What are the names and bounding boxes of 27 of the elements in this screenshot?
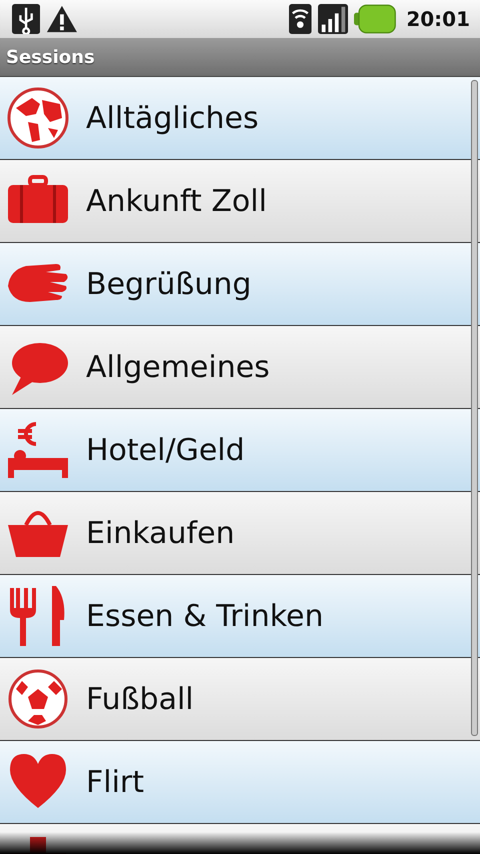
usb-icon xyxy=(12,4,40,34)
session-label: Begrüßung xyxy=(86,266,252,302)
session-label: Fußball xyxy=(86,682,194,716)
session-label: Hotel/Geld xyxy=(86,432,245,468)
session-label: Einkaufen xyxy=(86,516,235,550)
warning-icon xyxy=(46,4,78,34)
session-item[interactable]: Flirt xyxy=(0,741,480,824)
session-item[interactable]: Hotel/Geld xyxy=(0,409,480,492)
session-label: Ankunft Zoll xyxy=(86,184,267,218)
session-label: Alltägliches xyxy=(86,100,259,136)
soccer-ball-icon xyxy=(6,667,70,731)
battery-icon xyxy=(354,4,396,34)
session-item[interactable]: Alltägliches xyxy=(0,77,480,160)
clock: 20:01 xyxy=(406,7,470,31)
session-item[interactable]: Essen & Trinken xyxy=(0,575,480,658)
globe-icon xyxy=(6,86,70,150)
session-label: Essen & Trinken xyxy=(86,598,324,634)
session-item[interactable]: Begrüßung xyxy=(0,243,480,326)
session-item[interactable]: Allgemeines xyxy=(0,326,480,409)
signal-icon xyxy=(318,4,348,34)
session-label: Allgemeines xyxy=(86,350,270,384)
wifi-icon xyxy=(289,4,312,34)
screen-title: Sessions xyxy=(6,46,95,68)
session-item[interactable]: Ankunft Zoll xyxy=(0,160,480,243)
session-label: Flirt xyxy=(86,764,144,800)
session-item[interactable]: Einkaufen xyxy=(0,492,480,575)
session-item[interactable]: Fußball xyxy=(0,658,480,741)
